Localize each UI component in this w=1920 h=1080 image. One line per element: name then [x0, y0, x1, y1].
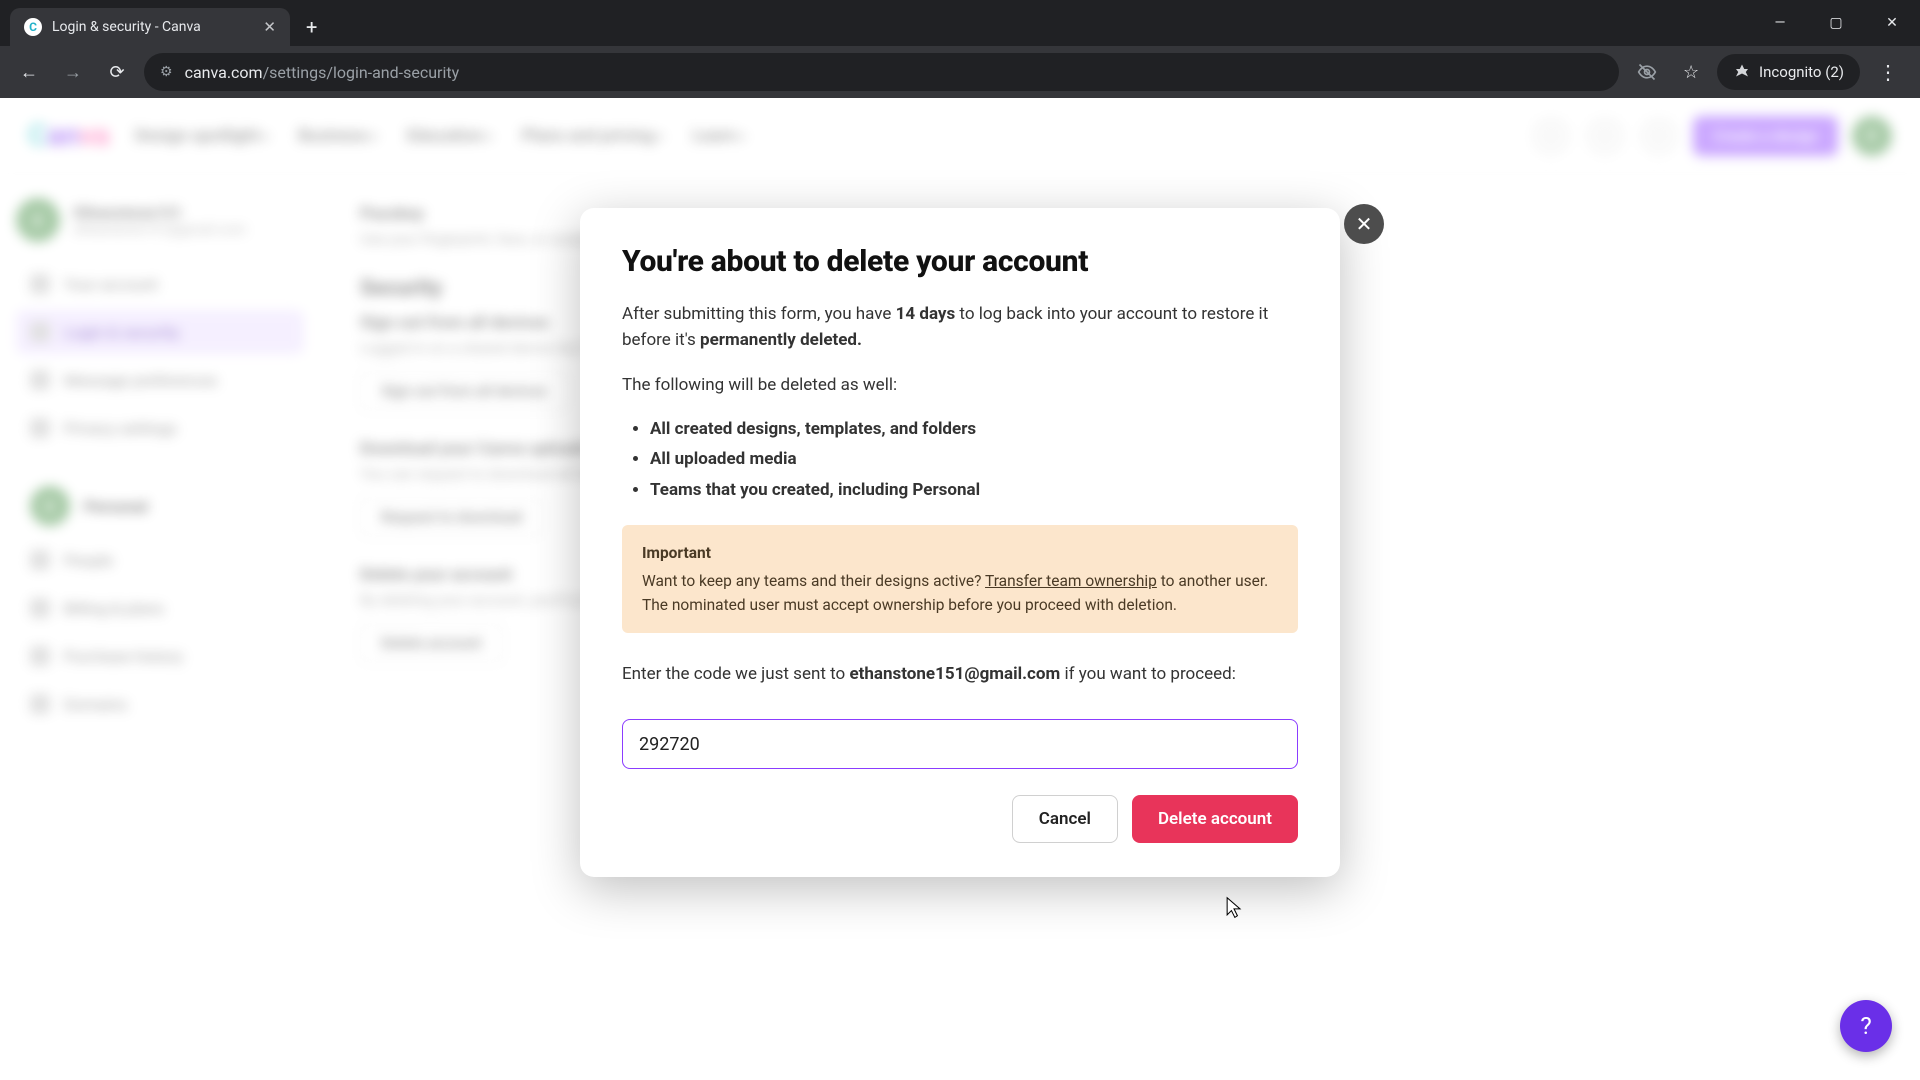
browser-chrome: C Login & security - Canva ✕ + — ▢ ✕ ← →…: [0, 0, 1920, 98]
window-max-icon[interactable]: ▢: [1808, 0, 1864, 46]
help-fab-button[interactable]: ?: [1840, 1000, 1892, 1052]
tab-close-icon[interactable]: ✕: [263, 18, 276, 36]
nav-forward-icon: →: [56, 55, 90, 89]
verification-code-input[interactable]: [622, 719, 1298, 769]
nav-back-icon[interactable]: ←: [12, 55, 46, 89]
important-notice: Important Want to keep any teams and the…: [622, 525, 1298, 633]
incognito-badge[interactable]: Incognito (2): [1717, 54, 1860, 90]
window-close-icon[interactable]: ✕: [1864, 0, 1920, 46]
delete-account-modal: ✕ You're about to delete your account Af…: [580, 208, 1340, 877]
notice-title: Important: [642, 541, 1278, 565]
modal-deletion-list: All created designs, templates, and fold…: [622, 416, 1298, 503]
list-item: All uploaded media: [650, 446, 1298, 472]
transfer-ownership-link[interactable]: Transfer team ownership: [985, 572, 1157, 590]
modal-list-intro: The following will be deleted as well:: [622, 372, 1298, 398]
cancel-button[interactable]: Cancel: [1012, 795, 1118, 843]
browser-tab[interactable]: C Login & security - Canva ✕: [10, 8, 290, 46]
browser-menu-icon[interactable]: ⋮: [1868, 60, 1908, 84]
canva-favicon: C: [24, 18, 42, 36]
new-tab-button[interactable]: +: [290, 8, 333, 46]
code-instruction: Enter the code we just sent to ethanston…: [622, 661, 1298, 687]
url-path: /settings/login-and-security: [263, 63, 460, 82]
modal-title: You're about to delete your account: [622, 244, 1298, 279]
window-controls: — ▢ ✕: [1752, 0, 1920, 46]
site-settings-icon[interactable]: ⚙: [160, 64, 173, 80]
eye-off-icon[interactable]: [1629, 54, 1665, 90]
list-item: All created designs, templates, and fold…: [650, 416, 1298, 442]
bookmark-star-icon[interactable]: ☆: [1673, 54, 1709, 90]
url-host: canva.com: [185, 63, 263, 82]
nav-reload-icon[interactable]: ⟳: [100, 55, 134, 89]
tab-title: Login & security - Canva: [52, 19, 253, 35]
modal-overlay: ✕ You're about to delete your account Af…: [0, 98, 1920, 1080]
list-item: Teams that you created, including Person…: [650, 477, 1298, 503]
delete-account-button[interactable]: Delete account: [1132, 795, 1298, 843]
incognito-icon: [1733, 63, 1751, 81]
address-bar[interactable]: ⚙ canva.com/settings/login-and-security: [144, 53, 1619, 91]
modal-retention-text: After submitting this form, you have 14 …: [622, 301, 1298, 354]
window-min-icon[interactable]: —: [1752, 0, 1808, 46]
modal-close-button[interactable]: ✕: [1344, 204, 1384, 244]
